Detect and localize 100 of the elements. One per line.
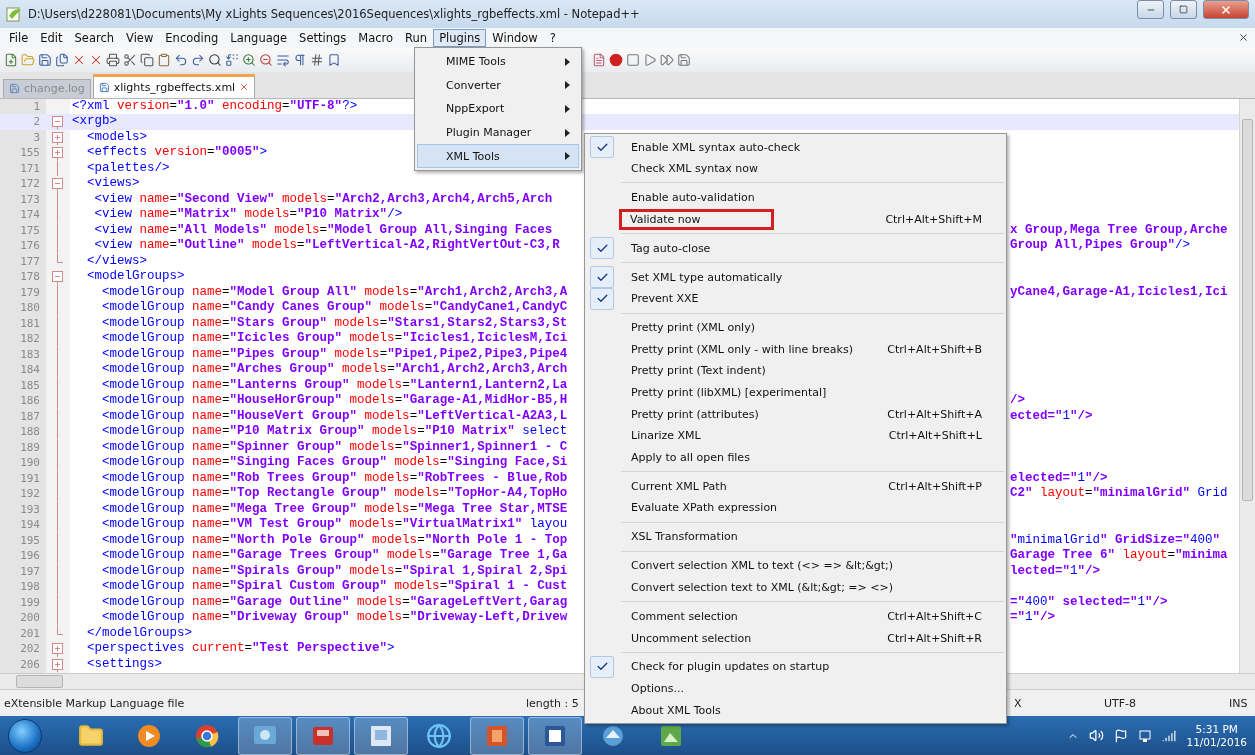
- code-line: <modelGroup name="VM Test Group" models="VirtualMatrix1" layou: [101, 517, 568, 533]
- line-number: 179: [19, 284, 41, 301]
- line-number: 199: [19, 594, 41, 611]
- line-number: 206: [19, 656, 41, 673]
- line-number: 178: [19, 269, 41, 286]
- code-line: <view name="All Models" models="Model Group All,Singing Faces: [93, 222, 553, 239]
- line-number: 189: [19, 439, 41, 456]
- insert-mode: INS: [1228, 696, 1248, 710]
- code-line: <modelGroup name="Candy Canes Group" models="CandyCane1,CandyC: [101, 300, 568, 316]
- code-line: yCane4,Garage-A1,Icicles1,Ici: [1009, 284, 1228, 301]
- code-line: "minimalGrid" GridSize="400": [1009, 532, 1221, 549]
- code-line: <modelGroup name="Top Rectangle Group" models="TopHor-A4,TopHo: [101, 486, 568, 502]
- tab-label: xlights_rgbeffects.xml: [113, 80, 236, 94]
- code-line: <?xml version="1.0" encoding="UTF-8"?>: [71, 98, 358, 115]
- code-line: <modelGroup name="Spiral Custom Group" models="Spiral 1 - Cust: [101, 579, 568, 595]
- line-number: 155: [19, 145, 41, 162]
- line-number: 171: [19, 160, 41, 177]
- code-line: ="1"/>: [1009, 610, 1056, 626]
- code-line: </modelGroups>: [86, 625, 193, 642]
- line-number: 198: [19, 579, 41, 596]
- line-number: 181: [19, 315, 41, 332]
- line-number: 192: [19, 486, 41, 503]
- line-number: 193: [19, 501, 41, 518]
- code-line: <view name="Outline" models="LeftVertical-A2,RightVertOut-C3,R: [93, 238, 560, 254]
- shortcut-text: Ctrl+Alt+Shift+M: [885, 212, 982, 226]
- code-line: <models>: [86, 129, 147, 146]
- shortcut-text: Ctrl+Alt+Shift+L: [888, 429, 982, 443]
- code-line: <modelGroup name="Model Group All" models="Arch1,Arch2,Arch3,A: [101, 284, 568, 301]
- shortcut-text: Ctrl+Alt+Shift+P: [888, 479, 982, 493]
- code-line: <views>: [86, 176, 140, 192]
- line-number: 194: [19, 517, 41, 534]
- line-number: 182: [19, 331, 41, 348]
- code-line: />: [1009, 393, 1025, 409]
- line-number: 200: [19, 610, 41, 627]
- code-line: <modelGroups>: [86, 269, 185, 285]
- code-line: <modelGroup name="Lanterns Group" models="Lantern1,Lantern2,La: [101, 377, 568, 394]
- code-line: ="400" selected="1"/>: [1009, 594, 1168, 611]
- code-line: <modelGroup name="Driveway Group" models="Driveway-Left,Drivew: [101, 610, 568, 626]
- code-line: <modelGroup name="Spinner Group" models="Spinner1,Spinner1 - C: [101, 439, 568, 456]
- line-number: 176: [19, 238, 41, 255]
- code-line: <modelGroup name="Garage Outline" models="GarageLeftVert,Garag: [101, 594, 568, 611]
- code-line: C2" layout="minimalGrid" Grid: [1009, 486, 1228, 502]
- line-number: 185: [19, 377, 41, 394]
- code-line: <modelGroup name="P10 Matrix Group" models="P10 Matrix" select: [101, 424, 568, 440]
- code-line: <modelGroup name="Pipes Group" models="Pipe1,Pipe2,Pipe3,Pipe4: [101, 346, 568, 363]
- code-line: <modelGroup name="Mega Tree Group" models="Mega Tree Star,MTSE: [101, 501, 568, 518]
- tab-label: change.log: [24, 82, 85, 96]
- line-number: 196: [19, 548, 41, 565]
- code-line: ected="1"/>: [1009, 408, 1093, 425]
- line-number: 195: [19, 532, 41, 549]
- menu-item-label: Converter: [446, 78, 502, 92]
- line-number: 174: [19, 207, 41, 224]
- code-line: <modelGroup name="Spirals Group" models="Spiral 1,Spiral 2,Spi: [101, 563, 568, 580]
- line-number: 177: [19, 253, 41, 270]
- encoding: UTF-8: [1103, 696, 1137, 710]
- code-line: <palettes/>: [86, 160, 170, 177]
- code-line: <perspectives current="Test Perspective">: [86, 641, 395, 657]
- code-line: <modelGroup name="Icicles Group" models="Icicles1,IciclesM,Ici: [101, 331, 568, 347]
- line-number: 3: [32, 129, 41, 146]
- shortcut-text: Ctrl+Alt+Shift+R: [887, 631, 982, 645]
- line-number: 202: [19, 641, 41, 658]
- file-type: eXtensible Markup Language file: [3, 696, 185, 710]
- code-line: <modelGroup name="Rob Trees Group" models="RobTrees - Blue,Rob: [101, 470, 568, 487]
- code-line: </views>: [86, 253, 147, 270]
- line-number: 186: [19, 393, 41, 410]
- menu-item-label: MIME Tools: [446, 55, 507, 69]
- code-line: lected="1"/>: [1009, 563, 1101, 580]
- line-ending: X: [1013, 696, 1022, 710]
- line-number: 183: [19, 346, 41, 363]
- code-line: elected="1"/>: [1009, 470, 1108, 487]
- line-number: 190: [19, 455, 41, 472]
- line-number: 1: [32, 98, 41, 115]
- code-line: x Group,Mega Tree Group,Arche: [1009, 222, 1228, 239]
- code-line: <view name="Matrix" models="P10 Matrix"/>: [93, 207, 403, 223]
- code-line: <modelGroup name="Arches Group" models="Arch1,Arch2,Arch3,Arch: [101, 362, 568, 378]
- code-line: <view name="Second View" models="Arch2,Arch3,Arch4,Arch5,Arch: [93, 191, 553, 208]
- code-line: <effects version="0005">: [86, 145, 268, 161]
- line-number: 184: [19, 362, 41, 379]
- code-line: <modelGroup name="North Pole Group" models="North Pole 1 - Top: [101, 532, 568, 549]
- shortcut-text: Ctrl+Alt+Shift+A: [887, 407, 982, 421]
- line-number: 187: [19, 408, 41, 425]
- line-number: 2: [32, 114, 41, 131]
- line-number: 173: [19, 191, 41, 208]
- line-number: 197: [19, 563, 41, 580]
- shortcut-text: Ctrl+Alt+Shift+B: [887, 342, 982, 356]
- line-number: 175: [19, 222, 41, 239]
- code-line: <modelGroup name="Stars Group" models="Stars1,Stars2,Stars3,St: [101, 315, 568, 332]
- code-line: <modelGroup name="HouseHorGroup" models="Garage-A1,MidHor-B5,H: [101, 393, 568, 409]
- code-line: <modelGroup name="Garage Trees Group" models="Garage Tree 1,Ga: [101, 548, 568, 564]
- window-title: D:\Users\d228081\Documents\My xLights Sequences\2016Sequences\xlights_rgbeffects.xml - Notepad++: [28, 6, 641, 21]
- menu-item-label: XML Tools: [446, 149, 501, 163]
- line-number: 180: [19, 300, 41, 317]
- shortcut-text: Ctrl+Alt+Shift+C: [887, 609, 982, 623]
- code-line: <xrgb>: [71, 114, 117, 130]
- document-length: length : 5: [525, 696, 579, 710]
- line-number: 191: [19, 470, 41, 487]
- code-line: Group All,Pipes Group"/>: [1009, 238, 1191, 254]
- menu-item-label: Plugin Manager: [446, 126, 533, 140]
- line-number: 188: [19, 424, 41, 441]
- code-line: <settings>: [86, 656, 162, 673]
